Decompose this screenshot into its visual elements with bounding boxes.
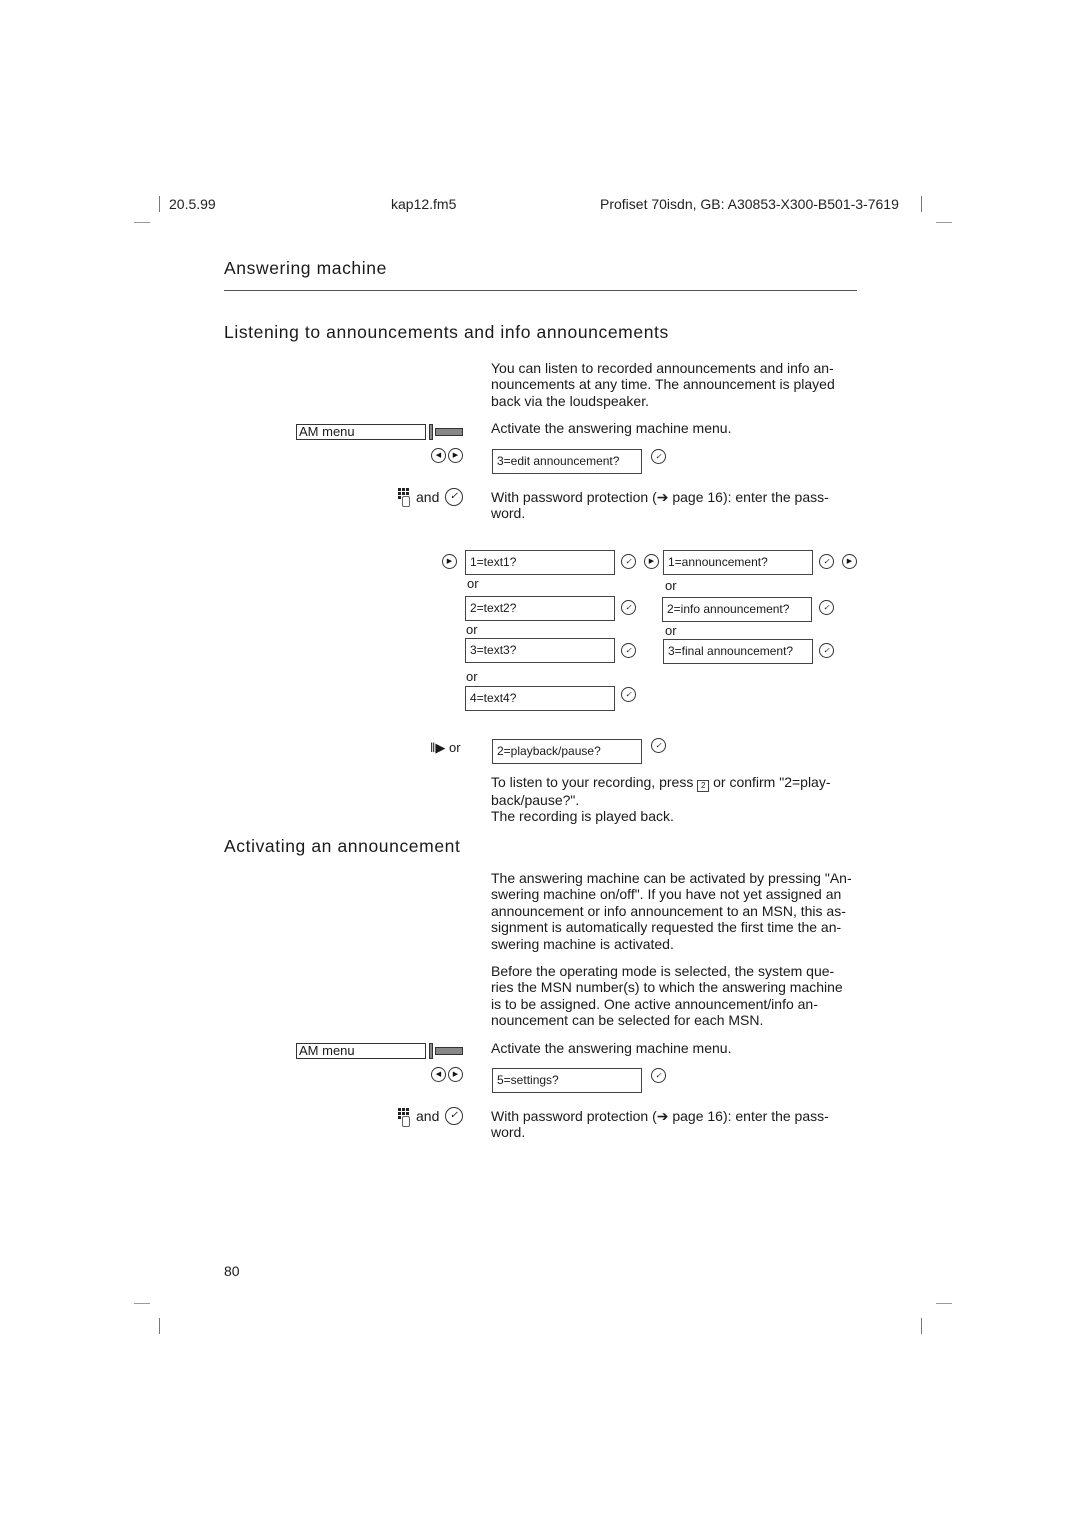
arrow-right-icon[interactable]: ▶: [448, 1067, 463, 1082]
chapter-divider: [224, 290, 857, 291]
ok-icon[interactable]: ✓: [651, 738, 666, 753]
password-text: With password protection (➔ page 16): en…: [491, 489, 861, 522]
text-line: swering machine on/off". If you have not…: [491, 886, 842, 903]
ok-icon[interactable]: ✓: [445, 1107, 463, 1125]
ok-icon[interactable]: ✓: [819, 600, 834, 615]
display-settings: 5=settings?: [492, 1068, 642, 1093]
header-product: Profiset 70isdn, GB: A30853-X300-B501-3-…: [600, 196, 899, 212]
ok-icon[interactable]: ✓: [621, 687, 636, 702]
and-label: and: [416, 489, 440, 505]
text-line: Before the operating mode is selected, t…: [491, 963, 835, 979]
listen-paragraph: To listen to your recording, press 2 or …: [491, 774, 861, 825]
ok-icon[interactable]: ✓: [621, 600, 636, 615]
key-2-icon[interactable]: 2: [697, 780, 710, 792]
display-text4: 4=text4?: [465, 686, 615, 711]
playpause-key-label[interactable]: ‖▶ or: [430, 740, 461, 756]
or-label: or: [467, 576, 479, 591]
or-label: or: [466, 669, 478, 684]
ok-icon[interactable]: ✓: [621, 643, 636, 658]
am-menu-softkey[interactable]: AM menu: [296, 1043, 426, 1059]
ok-icon[interactable]: ✓: [819, 554, 834, 569]
or-label: or: [665, 623, 677, 638]
intro-paragraph: You can listen to recorded announcements…: [491, 360, 861, 409]
am-menu-softkey[interactable]: AM menu: [296, 424, 426, 440]
text-line: back via the loudspeaker.: [491, 392, 649, 409]
text-line: With password protection (➔ page 16): en…: [491, 489, 829, 505]
text-line: nouncements at any time. The announcemen…: [491, 376, 835, 393]
activation-paragraph: The answering machine can be activated b…: [491, 870, 861, 952]
keypad-icon[interactable]: [398, 488, 410, 507]
crop-mark: [936, 222, 952, 223]
arrow-right-icon[interactable]: ▶: [842, 554, 857, 569]
crop-mark: [159, 196, 160, 212]
text-line: The recording is played back.: [491, 808, 674, 825]
text-line: word.: [491, 505, 526, 522]
text-line: back/pause?".: [491, 792, 580, 808]
crop-mark: [159, 1318, 160, 1334]
text-line: signment is automatically requested the …: [491, 919, 842, 936]
display-text2: 2=text2?: [465, 596, 615, 621]
display-info-announcement: 2=info announcement?: [662, 597, 812, 622]
chapter-title: Answering machine: [224, 258, 387, 278]
and-label: and: [416, 1108, 440, 1124]
header-file: kap12.fm5: [391, 196, 457, 212]
display-slot-icon: [429, 424, 433, 440]
or-label: or: [466, 622, 478, 637]
text-line: With password protection (➔ page 16): en…: [491, 1108, 829, 1124]
display-text3: 3=text3?: [465, 638, 615, 663]
password-text: With password protection (➔ page 16): en…: [491, 1108, 861, 1141]
ok-icon[interactable]: ✓: [445, 488, 463, 506]
page-number: 80: [224, 1263, 240, 1279]
section-title: Activating an announcement: [224, 836, 461, 856]
text-fragment: or confirm "2=play-: [713, 774, 831, 790]
or-label: or: [665, 578, 677, 593]
display-edit-announcement: 3=edit announcement?: [492, 449, 642, 474]
crop-mark: [921, 1318, 922, 1334]
keypad-icon[interactable]: [398, 1108, 410, 1127]
text-fragment: To listen to your recording, press: [491, 774, 694, 790]
text-line: word.: [491, 1124, 526, 1141]
display-playback-pause: 2=playback/pause?: [492, 739, 642, 764]
softkey-bar-icon[interactable]: [435, 428, 463, 436]
msn-paragraph: Before the operating mode is selected, t…: [491, 963, 861, 1029]
ok-icon[interactable]: ✓: [819, 643, 834, 658]
display-text1: 1=text1?: [465, 550, 615, 575]
text-line: ries the MSN number(s) to which the answ…: [491, 979, 843, 996]
display-final-announcement: 3=final announcement?: [663, 639, 813, 664]
crop-mark: [936, 1303, 952, 1304]
ok-icon[interactable]: ✓: [621, 554, 636, 569]
crop-mark: [134, 222, 150, 223]
activate-menu-text: Activate the answering machine menu.: [491, 1040, 732, 1056]
text-line: To listen to your recording, press 2 or …: [491, 774, 861, 792]
section-title: Listening to announcements and info anno…: [224, 322, 669, 342]
crop-mark: [921, 196, 922, 212]
display-announcement: 1=announcement?: [663, 550, 813, 575]
text-line: nouncement can be selected for each MSN.: [491, 1012, 764, 1029]
text-line: is to be assigned. One active announceme…: [491, 995, 818, 1012]
ok-icon[interactable]: ✓: [651, 449, 666, 464]
arrow-left-icon[interactable]: ◀: [431, 448, 446, 463]
text-line: announcement or info announcement to an …: [491, 902, 846, 919]
ok-icon[interactable]: ✓: [651, 1068, 666, 1083]
arrow-right-icon[interactable]: ▶: [442, 554, 457, 569]
arrow-left-icon[interactable]: ◀: [431, 1067, 446, 1082]
softkey-bar-icon[interactable]: [435, 1047, 463, 1055]
display-slot-icon: [429, 1043, 433, 1059]
activate-menu-text: Activate the answering machine menu.: [491, 420, 732, 436]
text-line: The answering machine can be activated b…: [491, 870, 852, 886]
text-line: swering machine is activated.: [491, 935, 674, 952]
arrow-right-icon[interactable]: ▶: [448, 448, 463, 463]
arrow-right-icon[interactable]: ▶: [644, 554, 659, 569]
crop-mark: [134, 1303, 150, 1304]
text-line: You can listen to recorded announcements…: [491, 360, 834, 376]
header-date: 20.5.99: [169, 196, 216, 212]
